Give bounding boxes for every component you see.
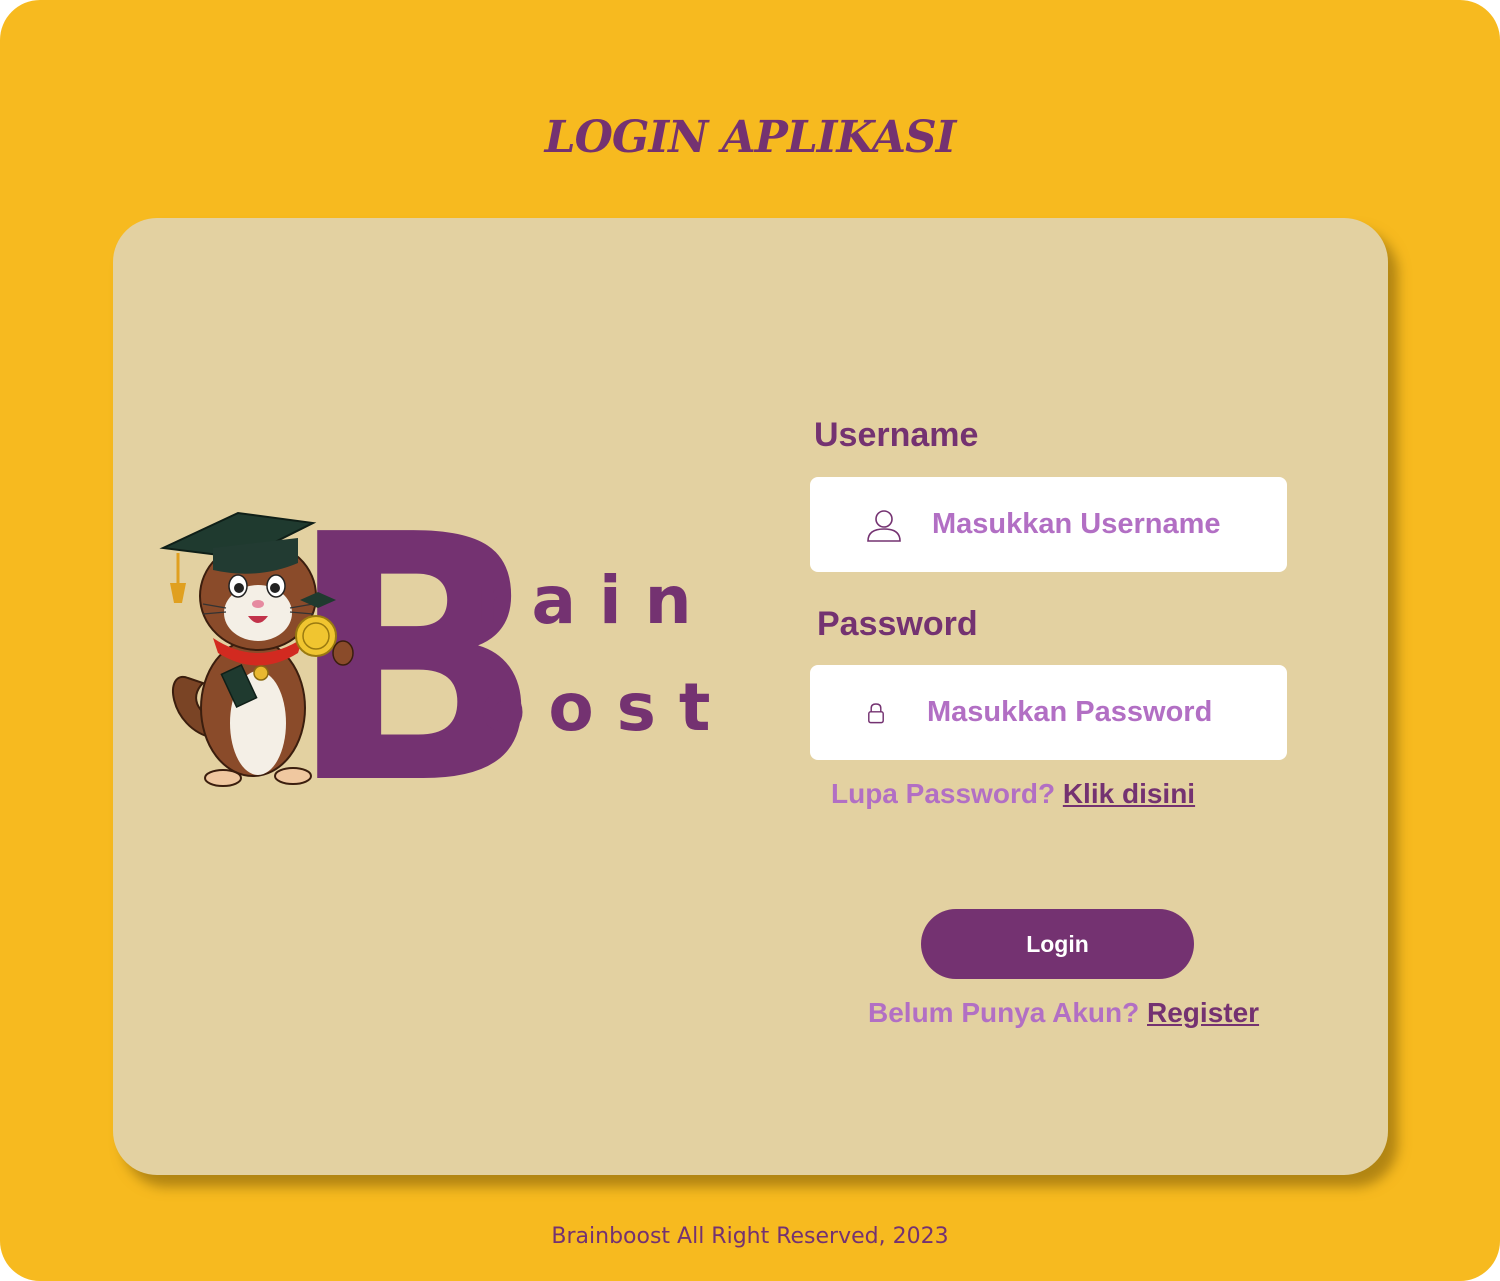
username-field[interactable] [810, 477, 1287, 572]
forgot-password-text: Lupa Password? [831, 778, 1056, 809]
username-label: Username [814, 416, 979, 454]
password-label: Password [817, 605, 978, 643]
page-title: LOGIN APLIKASI [544, 112, 957, 163]
password-field[interactable] [810, 665, 1287, 760]
forgot-password-link[interactable]: Klik disini [1063, 778, 1195, 809]
register-link[interactable]: Register [1147, 997, 1259, 1028]
password-input[interactable] [927, 696, 1247, 729]
logo-word-oost: o o s t [480, 669, 710, 746]
page-frame: LOGIN APLIKASI B r a i n o o s t Usernam… [0, 0, 1500, 1281]
username-input[interactable] [932, 508, 1252, 541]
login-button[interactable]: Login [921, 909, 1194, 979]
brainboost-logo: B r a i n o o s t [159, 508, 710, 798]
register-text: Belum Punya Akun? [868, 997, 1140, 1028]
login-card: B r a i n o o s t Username Masukkan User… [113, 218, 1388, 1175]
footer-copyright: Brainboost All Right Reserved, 2023 [551, 1224, 949, 1249]
lock-icon [868, 702, 884, 723]
forgot-password-row: Lupa Password? Klik disini [831, 778, 1195, 810]
user-icon [867, 509, 901, 542]
register-row: Belum Punya Akun? Register [868, 997, 1259, 1029]
logo-word-rain: r a i n [476, 562, 692, 639]
